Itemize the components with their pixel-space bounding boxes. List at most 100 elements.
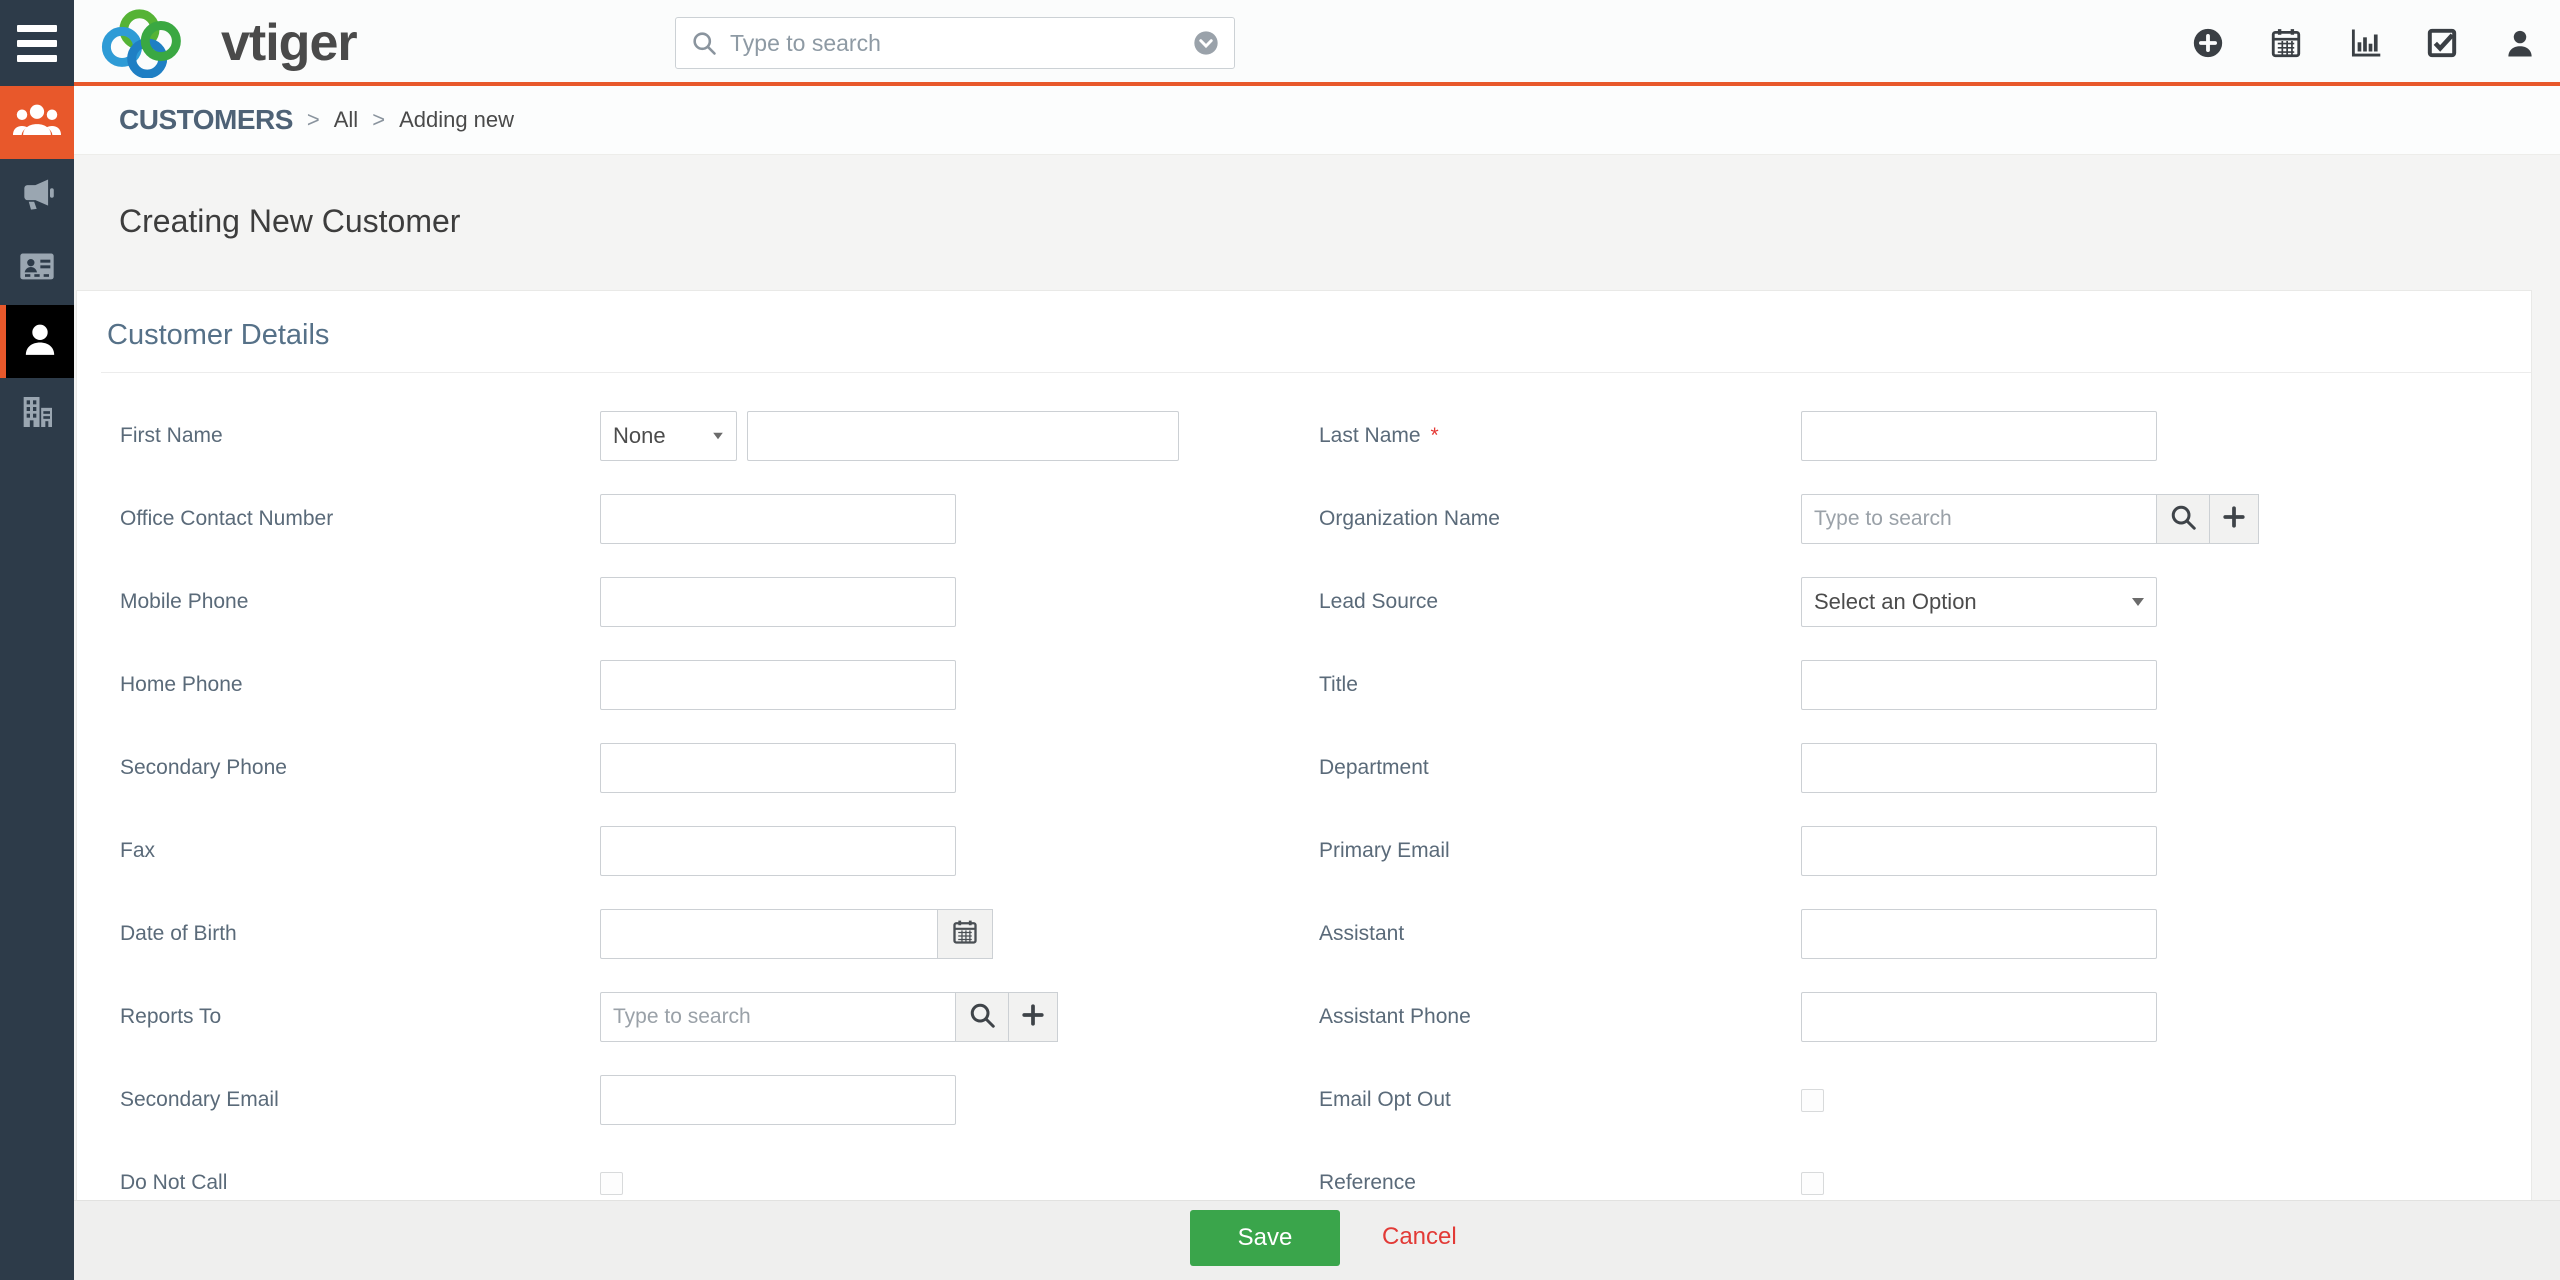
check-square-icon[interactable] [2424,25,2460,61]
assistant-input[interactable] [1801,909,2157,959]
form-row-assistant-phone: Assistant Phone [1319,992,2531,1042]
field-label: Date of Birth [120,922,600,946]
form-row-title: Title [1319,660,2531,710]
form-column-right: Last Name* Organization Name Lead SourceSe… [1319,411,2531,1241]
date-of-birth-input[interactable] [600,909,938,959]
date-of-birth-calendar-button[interactable] [938,909,993,959]
form-row-last-name: Last Name* [1319,411,2531,461]
form-row-primary-email: Primary Email [1319,826,2531,876]
form-row-mobile-phone: Mobile Phone [120,577,1319,627]
salutation-select[interactable]: None [600,411,737,461]
save-button[interactable]: Save [1190,1210,1340,1266]
plus-icon [1019,1001,1047,1034]
form-row-fax: Fax [120,826,1319,876]
field-label: First Name [120,424,600,448]
field-label: Primary Email [1319,839,1801,863]
field-label: Department [1319,756,1801,780]
title-input[interactable] [1801,660,2157,710]
page-right-gutter [2532,155,2560,1280]
chevron-down-icon [2132,598,2144,606]
sidebar-item-campaigns[interactable] [0,159,74,232]
users-group-icon [13,100,61,145]
global-search [675,17,1235,69]
assistant-phone-input[interactable] [1801,992,2157,1042]
required-asterisk: * [1431,424,1439,447]
breadcrumb: CUSTOMERS > All > Adding new [74,86,2560,155]
field-label: Home Phone [120,673,600,697]
sidebar-item-organizations[interactable] [0,378,74,451]
secondary-email-input[interactable] [600,1075,956,1125]
customer-details-card: Customer Details First NameNoneOffice Co… [76,290,2532,1280]
home-phone-input[interactable] [600,660,956,710]
organization-name-add-button[interactable] [2210,494,2259,544]
organization-name-search-button[interactable] [2157,494,2210,544]
reports-to-add-button[interactable] [1009,992,1058,1042]
field-label: Organization Name [1319,507,1801,531]
office-contact-number-input[interactable] [600,494,956,544]
reports-to-search-button[interactable] [956,992,1009,1042]
field-label: Assistant Phone [1319,1005,1801,1029]
logo-text: vtiger [221,13,357,73]
last-name-input[interactable] [1801,411,2157,461]
field-label: Last Name* [1319,424,1801,448]
calendar-icon[interactable] [2268,25,2304,61]
field-label: Reference [1319,1171,1801,1195]
sidebar-item-customers[interactable] [0,305,74,378]
user-icon[interactable] [2502,25,2538,61]
primary-email-input[interactable] [1801,826,2157,876]
field-label: Email Opt Out [1319,1088,1801,1112]
department-input[interactable] [1801,743,2157,793]
sidebar-item-contacts-group[interactable] [0,86,74,159]
plus-icon [2220,503,2248,536]
plus-circle-icon[interactable] [2190,25,2226,61]
form-row-office-contact-number: Office Contact Number [120,494,1319,544]
search-scope-chevron-icon[interactable] [1192,29,1220,57]
chevron-down-icon [713,433,723,439]
organization-name-search-input[interactable] [1801,494,2157,544]
field-label: Do Not Call [120,1171,600,1195]
field-label: Office Contact Number [120,507,600,531]
bar-chart-icon[interactable] [2346,25,2382,61]
first-name-input[interactable] [747,411,1179,461]
form-row-email-opt-out: Email Opt Out [1319,1075,2531,1125]
sidebar-item-contact-cards[interactable] [0,232,74,305]
field-label: Reports To [120,1005,600,1029]
building-icon [17,392,57,437]
field-label: Assistant [1319,922,1801,946]
field-label: Lead Source [1319,590,1801,614]
breadcrumb-separator: > [372,107,385,133]
form-row-lead-source: Lead SourceSelect an Option [1319,577,2531,627]
breadcrumb-item-adding-new: Adding new [399,107,514,133]
secondary-phone-input[interactable] [600,743,956,793]
form-action-bar: Save Cancel [74,1200,2560,1280]
email-opt-out-checkbox[interactable] [1801,1089,1824,1112]
search-icon [2168,502,2198,537]
field-label: Secondary Email [120,1088,600,1112]
app-sidebar [0,86,74,1280]
form-row-organization-name: Organization Name [1319,494,2531,544]
do-not-call-checkbox[interactable] [600,1172,623,1195]
page-title: Creating New Customer [119,203,460,240]
cancel-button[interactable]: Cancel [1382,1223,1457,1251]
lead-source-select[interactable]: Select an Option [1801,577,2157,627]
mobile-phone-input[interactable] [600,577,956,627]
search-icon [967,1000,997,1035]
global-search-input[interactable] [730,30,1192,57]
megaphone-icon [18,174,56,217]
form-row-home-phone: Home Phone [120,660,1319,710]
customer-form: First NameNone Office Contact Number Mobil… [77,411,2531,1241]
contact-card-icon [17,246,57,291]
hamburger-menu-icon[interactable] [0,0,74,86]
field-label: Fax [120,839,600,863]
fax-input[interactable] [600,826,956,876]
section-divider [101,372,2531,373]
form-row-secondary-email: Secondary Email [120,1075,1319,1125]
reports-to-search-input[interactable] [600,992,956,1042]
breadcrumb-separator: > [307,107,320,133]
breadcrumb-item-all[interactable]: All [334,107,358,133]
vtiger-logo-icon [95,8,215,78]
field-label: Secondary Phone [120,756,600,780]
breadcrumb-module[interactable]: CUSTOMERS [119,104,293,136]
form-row-first-name: First NameNone [120,411,1319,461]
reference-checkbox[interactable] [1801,1172,1824,1195]
